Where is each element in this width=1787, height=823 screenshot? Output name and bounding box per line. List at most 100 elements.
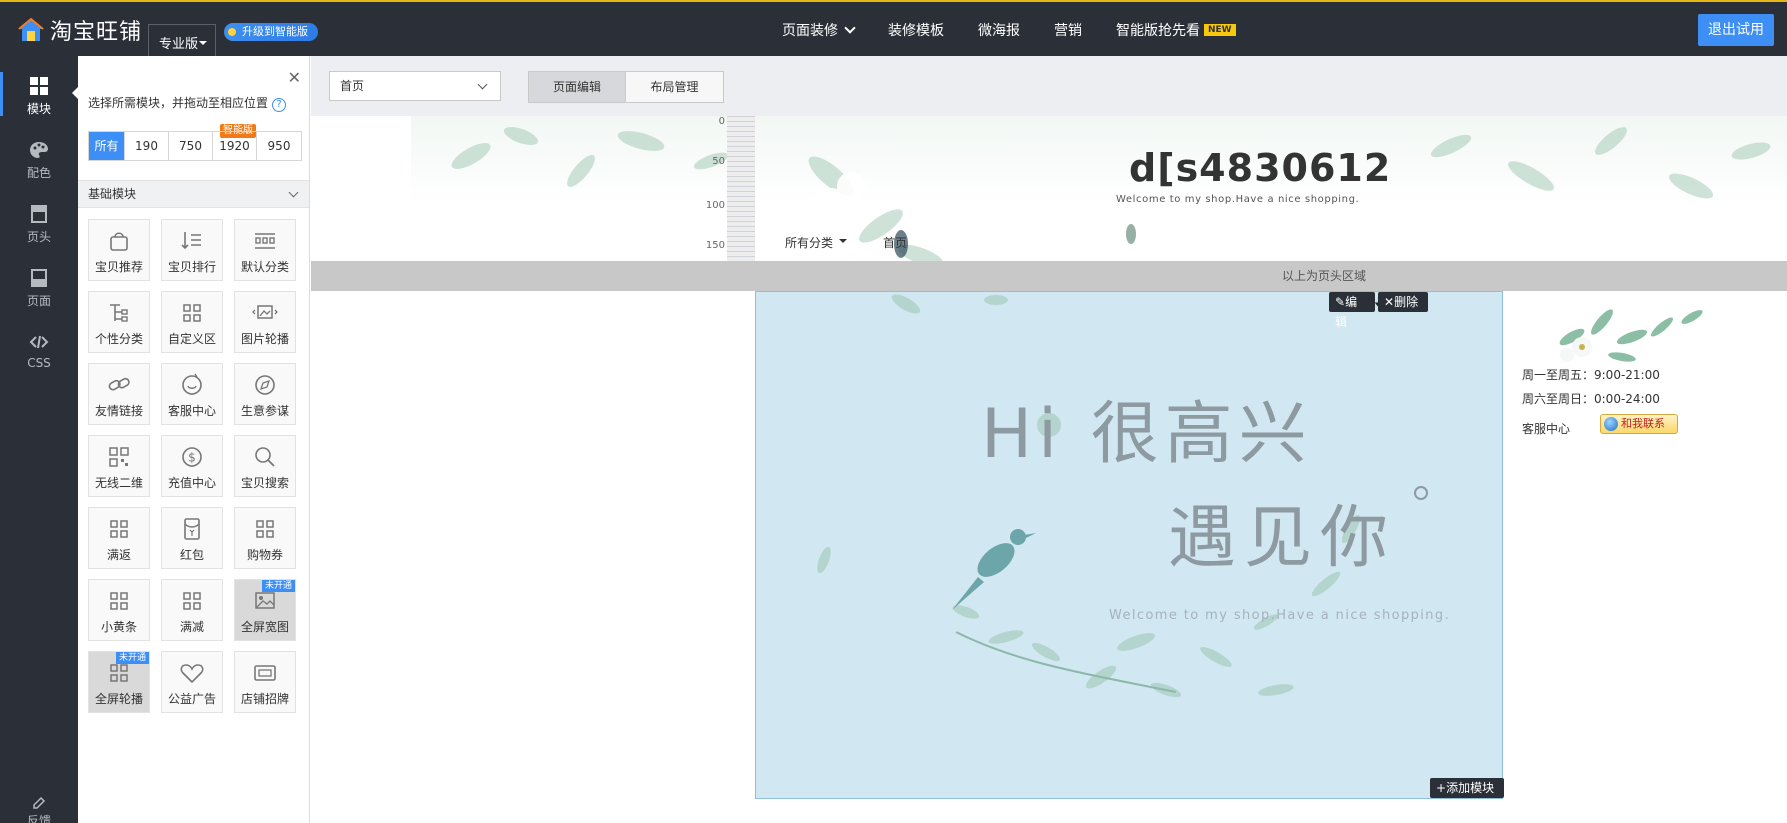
ruler-mark: 100 [705,200,725,211]
page-select-value: 首页 [340,79,365,93]
module-tile[interactable]: 友情链接 [88,363,150,425]
add-module-button[interactable]: +添加模块 [1430,778,1504,798]
close-icon: ✕ [1384,295,1395,309]
feedback-button[interactable]: 反馈 [0,796,78,823]
nav-marketing-label: 营销 [1054,23,1082,39]
module-tile[interactable]: 满返 [88,507,150,569]
size-tab-950[interactable]: 950 [257,132,301,160]
rail-item-header[interactable]: 页头 [0,192,78,252]
exit-trial-button[interactable]: 退出试用 [1698,14,1774,46]
ruler-mark: 0 [718,116,725,127]
module-label: 满返 [106,548,131,562]
page-select[interactable]: 首页 [329,71,501,101]
size-tab-750[interactable]: 750 [169,132,213,160]
module-tile[interactable]: 自定义区 [161,291,223,353]
nav-templates[interactable]: 装修模板 [888,20,944,40]
ruler-mark: 150 [705,240,725,251]
code-icon [29,335,49,349]
module-tile[interactable]: 默认分类 [234,219,296,281]
red-packet-icon [184,518,200,540]
store-logo-icon [18,17,44,41]
rail-item-label: 页面 [26,294,51,308]
service-icon [182,373,202,395]
module-tile[interactable]: 宝贝排行 [161,219,223,281]
shop-nav-all-categories[interactable]: 所有分类 [785,234,848,251]
size-tab-1920[interactable]: 1920 [213,132,257,160]
module-tile[interactable]: 未开通 全屏轮播 [88,651,150,713]
module-tile[interactable]: 客服中心 [161,363,223,425]
grid-icon [110,592,128,610]
module-label: 自定义区 [167,332,216,346]
tab-layout-manage[interactable]: 布局管理 [626,72,723,102]
module-label: 全屏宽图 [240,620,289,634]
rail-item-modules[interactable]: 模块 [0,64,79,124]
edit-icon [33,796,46,809]
edit-button[interactable]: ✎编辑 [1329,292,1375,329]
rail-item-label: 配色 [26,166,51,180]
shop-nav-bar: 所有分类 首页 [755,224,1275,258]
close-icon[interactable]: ✕ [288,68,301,87]
module-tile[interactable]: 个性分类 [88,291,150,353]
grid-icon [30,77,48,95]
qrcode-icon [109,447,129,467]
top-bar: 淘宝旺铺 专业版 升级到智能版 页面装修 装修模板 微海报 营销 智能版抢先看 … [0,0,1787,60]
feedback-label: 反馈 [26,814,51,823]
module-label: 红包 [179,548,204,562]
module-tile[interactable]: 购物券 [234,507,296,569]
section-basic-modules[interactable]: 基础模块 [78,180,309,208]
contact-me-label: 和我联系 [1621,417,1665,430]
logo[interactable]: 淘宝旺铺 [16,14,142,46]
signboard-icon [254,665,276,681]
module-label: 充值中心 [167,476,216,490]
module-tile[interactable]: 小黄条 [88,579,150,641]
compass-icon [255,375,275,395]
module-tile[interactable]: $ 充值中心 [161,435,223,497]
module-tile[interactable]: 红包 [161,507,223,569]
edition-dropdown[interactable]: 专业版 [148,24,216,60]
module-tile[interactable]: 宝贝推荐 [88,219,150,281]
help-icon[interactable]: ? [272,98,287,112]
wangwang-icon [1604,417,1618,431]
tab-page-edit[interactable]: 页面编辑 [529,72,626,102]
banner-headline: Hi 很高兴 [981,395,1313,474]
size-tab-190[interactable]: 190 [125,132,169,160]
ruler-mark: 50 [712,156,725,167]
upgrade-button[interactable]: 升级到智能版 [224,23,318,41]
module-tile[interactable]: 生意参谋 [234,363,296,425]
rail-item-page[interactable]: 页面 [0,256,78,316]
chevron-down-icon [477,79,488,90]
delete-button[interactable]: ✕删除 [1378,292,1428,312]
module-tile[interactable]: 图片轮播 [234,291,296,353]
module-tile[interactable]: 宝贝搜索 [234,435,296,497]
weekday-hours-text: 周一至周五：9:00-21:00 [1522,368,1660,382]
nav-smart-preview-label: 智能版抢先看 [1116,23,1200,39]
nav-marketing[interactable]: 营销 [1054,20,1082,40]
nav-micro-poster[interactable]: 微海报 [978,20,1020,40]
shop-header-zone[interactable]: 0 50 100 150 d[s4830612 Welcome to my sh… [311,116,1787,268]
nav-micro-poster-label: 微海报 [978,23,1020,39]
module-tile[interactable]: 店铺招牌 [234,651,296,713]
chevron-down-icon [844,22,856,34]
shop-nav-home[interactable]: 首页 [883,234,907,251]
module-tile[interactable]: 公益广告 [161,651,223,713]
editor-canvas: 0 50 100 150 d[s4830612 Welcome to my sh… [311,116,1787,823]
module-tile[interactable]: 满减 [161,579,223,641]
panel-hint-text: 选择所需模块，并拖动至相应位置 [88,96,269,110]
module-tile[interactable]: 未开通 全屏宽图 [234,579,296,641]
banner-welcome: Welcome to my shop.Have a nice shopping. [1109,608,1451,623]
module-tile[interactable]: 无线二维 [88,435,150,497]
shop-slogan: Welcome to my shop.Have a nice shopping. [1116,194,1360,205]
nav-page-decorate[interactable]: 页面装修 [782,20,856,40]
rail-item-colors[interactable]: 配色 [0,128,78,188]
module-label: 店铺招牌 [240,692,289,706]
editor-toolbar: 首页 页面编辑 布局管理 [311,56,1787,116]
contact-me-button[interactable]: 和我联系 [1600,414,1678,434]
nav-smart-preview[interactable]: 智能版抢先看 NEW [1116,20,1236,40]
banner-module[interactable]: Hi 很高兴 遇见你 Welcome to my shop.Have a nic… [755,291,1503,799]
module-label: 个性分类 [94,332,143,346]
page-header-icon [31,205,47,223]
vertical-ruler [727,116,755,261]
size-tab-all[interactable]: 所有 [89,132,125,160]
module-label: 客服中心 [167,404,216,418]
rail-item-css[interactable]: CSS [0,320,78,380]
